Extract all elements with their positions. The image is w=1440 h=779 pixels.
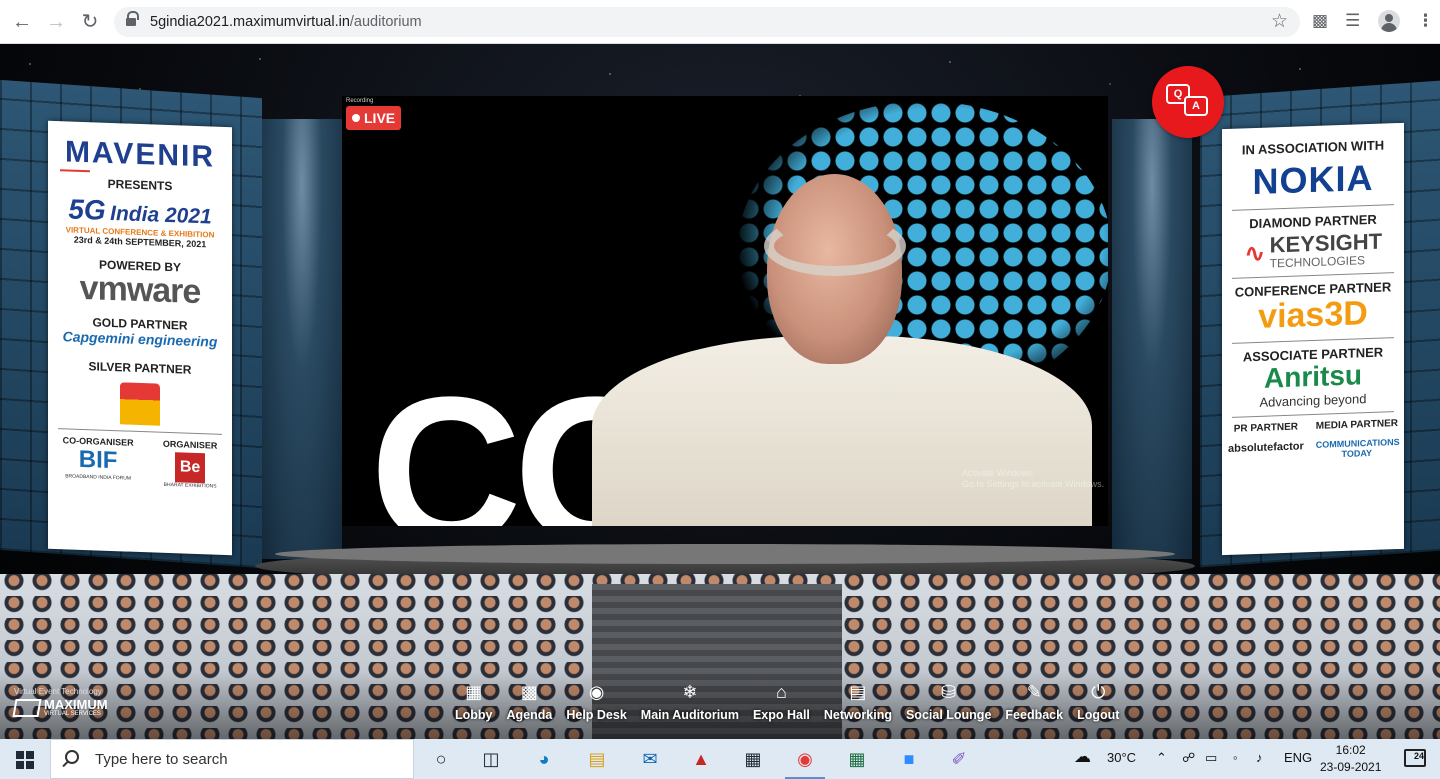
right-sponsor-banner: IN ASSOCIATION WITH NOKIA DIAMOND PARTNE…: [1222, 122, 1404, 556]
chrome-icon[interactable]: ◉: [792, 747, 818, 771]
maximum-logo-icon: [12, 698, 42, 717]
weather-cloud-icon[interactable]: ☁: [1074, 747, 1091, 767]
acrobat-icon[interactable]: ▲: [688, 747, 714, 771]
vmware-logo: vmware: [79, 268, 201, 312]
activate-windows-watermark: Activate Windows Go to Settings to activ…: [962, 468, 1105, 490]
mavenir-logo: MAVENIR: [64, 135, 216, 174]
windows-taskbar: Type here to search ○ ◫ ◕ ▤ ✉ ▲ ▦ ◉ ▦ ■ …: [0, 739, 1440, 779]
lock-icon: [126, 11, 139, 27]
snowflake-icon: ❄: [682, 682, 698, 702]
live-stream-screen[interactable]: CO Recording LIVE Activate Windows Go to…: [342, 96, 1108, 526]
search-placeholder: Type here to search: [95, 751, 228, 768]
absolutefactor-logo: absolutefactor: [1227, 440, 1304, 456]
store-icon[interactable]: ▦: [740, 747, 766, 771]
maximum-virtual-brand: Virtual Event Technology MAXIMUM VIRTUAL…: [12, 687, 108, 717]
organiser-block: ORGANISER Be BHARAT EXHIBITIONS: [162, 438, 218, 490]
media-partner-block: MEDIA PARTNER COMMUNICATIONS TODAY: [1315, 418, 1400, 460]
calendar-icon: ▩: [520, 682, 538, 702]
recording-indicator: Recording: [346, 98, 374, 104]
keysight-logo: ∿ KEYSIGHT TECHNOLOGIES: [1243, 228, 1383, 271]
nav-logout[interactable]: ⏻ Logout: [1070, 681, 1126, 722]
pr-partner-block: PR PARTNER absolutefactor: [1227, 421, 1304, 456]
stage-top: [275, 544, 1175, 564]
language-indicator[interactable]: ENG: [1284, 750, 1312, 765]
excel-icon[interactable]: ▦: [844, 747, 870, 771]
nav-agenda[interactable]: ▩ Agenda: [500, 681, 560, 722]
notification-center-icon[interactable]: 24: [1404, 749, 1426, 767]
zoom-icon[interactable]: ■: [896, 747, 922, 771]
silver-partner-logo-icon: [120, 382, 160, 426]
cortana-circle-icon[interactable]: ○: [428, 747, 454, 771]
browser-toolbar: ← → ↻ 5gindia2021.maximumvirtual.in/audi…: [0, 0, 1440, 44]
edit-icon: ✎: [1026, 682, 1042, 702]
nokia-logo: NOKIA: [1252, 156, 1374, 203]
nav-expo-hall[interactable]: ⌂ Expo Hall: [746, 681, 817, 722]
power-icon: ⏻: [1091, 682, 1106, 702]
communications-today-logo: COMMUNICATIONS TODAY: [1315, 437, 1400, 460]
battery-icon[interactable]: ▭: [1205, 750, 1217, 766]
task-view-icon[interactable]: ◫: [478, 747, 504, 771]
forward-arrow-icon[interactable]: →: [44, 10, 68, 34]
temperature-label: 30°C: [1107, 750, 1137, 765]
wifi-icon[interactable]: ◦: [1233, 750, 1238, 765]
extensions-puzzle-icon[interactable]: ▩: [1312, 11, 1328, 31]
database-icon: ⛁: [941, 682, 957, 702]
speaker-hair: [764, 216, 906, 276]
kebab-menu-icon[interactable]: ⋮: [1417, 11, 1434, 31]
outlook-icon[interactable]: ✉: [637, 747, 663, 771]
edge-browser-icon[interactable]: ◕: [531, 747, 557, 771]
left-sponsor-banner: MAVENIR PRESENTS 5G India 2021 VIRTUAL C…: [48, 120, 232, 556]
nav-social-lounge[interactable]: ⛁ Social Lounge: [899, 681, 998, 722]
nav-menu: ▦ Lobby ▩ Agenda ◉ Help Desk ❄ Main Audi…: [448, 681, 1126, 722]
event-navigation-bar: Virtual Event Technology MAXIMUM VIRTUAL…: [0, 671, 1440, 739]
nav-help-desk[interactable]: ◉ Help Desk: [559, 681, 633, 722]
search-icon: [65, 750, 79, 764]
paint-icon[interactable]: ✐: [946, 747, 972, 771]
bookmark-star-icon[interactable]: ☆: [1271, 10, 1288, 33]
right-light-pillar: [1112, 119, 1192, 559]
keysight-wave-icon: ∿: [1243, 237, 1266, 268]
card-icon: ▤: [849, 682, 867, 702]
live-badge: LIVE: [346, 106, 402, 130]
live-dot-icon: [352, 114, 360, 122]
meet-now-icon[interactable]: ☍: [1182, 750, 1195, 766]
nav-networking[interactable]: ▤ Networking: [817, 681, 899, 722]
vias3d-logo: vias3D: [1258, 294, 1368, 336]
nav-lobby[interactable]: ▦ Lobby: [448, 681, 500, 722]
silver-partner-label: SILVER PARTNER: [88, 359, 192, 377]
file-explorer-icon[interactable]: ▤: [584, 747, 610, 771]
chat-icon: ◉: [588, 682, 605, 702]
qa-button[interactable]: Q A: [1152, 66, 1224, 138]
nav-feedback[interactable]: ✎ Feedback: [998, 681, 1070, 722]
windows-start-icon[interactable]: [16, 751, 34, 769]
auditorium-scene: MAVENIR PRESENTS 5G India 2021 VIRTUAL C…: [0, 44, 1440, 739]
reading-list-icon[interactable]: ☰: [1345, 11, 1360, 31]
address-bar[interactable]: 5gindia2021.maximumvirtual.in/auditorium…: [114, 7, 1300, 37]
speaker-shirt: [592, 336, 1092, 526]
grid-icon: ▦: [465, 682, 483, 702]
co-organiser-block: CO-ORGANISER BIF BROADBAND INDIA FORUM: [62, 435, 134, 482]
answer-bubble-icon: A: [1184, 96, 1208, 116]
reload-icon[interactable]: ↻: [78, 10, 102, 34]
chevron-up-icon[interactable]: ⌃: [1156, 750, 1167, 766]
taskbar-search-box[interactable]: Type here to search: [50, 739, 414, 779]
profile-avatar[interactable]: [1378, 10, 1400, 32]
left-light-pillar: [262, 119, 342, 559]
presents-label: PRESENTS: [107, 176, 173, 194]
volume-icon[interactable]: ♪: [1256, 750, 1263, 765]
system-clock[interactable]: 16:02 23-09-2021: [1320, 742, 1381, 776]
url-text: 5gindia2021.maximumvirtual.in/auditorium: [150, 14, 422, 30]
association-label: IN ASSOCIATION WITH: [1241, 137, 1385, 158]
nav-main-auditorium[interactable]: ❄ Main Auditorium: [634, 681, 746, 722]
back-arrow-icon[interactable]: ←: [10, 10, 34, 34]
bif-logo: BIF: [78, 445, 118, 475]
building-icon: ⌂: [775, 682, 787, 702]
bharat-exhibitions-logo: Be: [175, 452, 206, 484]
